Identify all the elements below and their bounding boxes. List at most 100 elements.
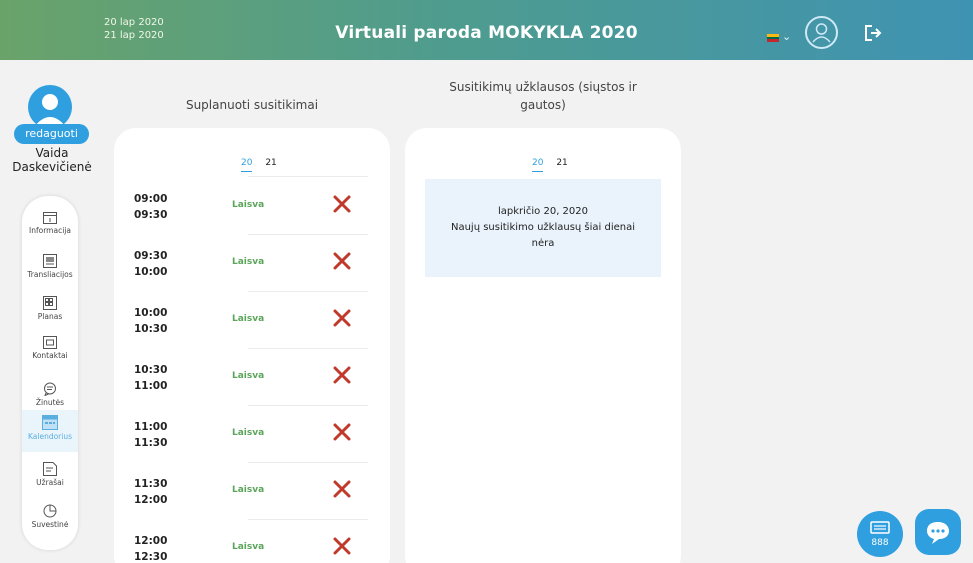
sidebar-nav: Informacija Transliacijos Planas Kontakt… [22, 196, 78, 550]
slot-end: 09:30 [134, 209, 168, 221]
slot-status: Laisva [232, 314, 265, 324]
time-slot: 11:00 11:30 Laisva [114, 406, 390, 463]
svg-text:888: 888 [871, 538, 888, 548]
time-slot: 11:30 12:00 Laisva [114, 463, 390, 520]
slot-end: 11:00 [134, 380, 168, 392]
sidebar-item-label: Kalendorius [27, 432, 72, 441]
time-slot: 09:30 10:00 Laisva [114, 235, 390, 292]
avatar [28, 85, 72, 129]
lithuania-flag-icon[interactable] [767, 34, 779, 42]
slot-time: 10:00 10:30 [134, 305, 167, 337]
logout-icon[interactable] [863, 24, 883, 42]
sidebar-item-uzrasai[interactable]: Užrašai [22, 462, 78, 502]
sidebar-item-label: Transliacijos [27, 270, 73, 279]
sidebar-item-label: Užrašai [36, 478, 64, 487]
slot-start: 10:00 [134, 307, 168, 319]
sidebar-item-label: Žinutės [35, 398, 65, 407]
sidebar-item-kalendorius[interactable]: Kalendorius [22, 410, 78, 452]
slot-status: Laisva [232, 200, 265, 210]
profile-name: Vaida Daskevičienė [0, 146, 104, 174]
tab-day-21[interactable]: 21 [265, 158, 276, 171]
scheduled-title: Suplanuoti susitikimai [185, 98, 319, 112]
user-icon [812, 23, 831, 43]
slot-status: Laisva [232, 485, 265, 495]
delete-icon[interactable] [332, 536, 352, 556]
messages-icon [44, 382, 56, 396]
time-slot: 09:00 09:30 Laisva [114, 178, 390, 235]
slot-start: 09:30 [134, 250, 168, 262]
slot-time: 10:30 11:00 [134, 362, 167, 394]
slot-time: 11:00 11:30 [134, 419, 167, 451]
user-profile-button[interactable] [805, 16, 838, 49]
slot-time: 09:30 10:00 [134, 248, 167, 280]
time-slot: 12:00 12:30 Laisva [114, 520, 390, 563]
sidebar-item-kontaktai[interactable]: Kontaktai [22, 336, 78, 376]
sidebar-item-transliacijos[interactable]: Transliacijos [22, 254, 78, 294]
sidebar-item-informacija[interactable]: Informacija [22, 212, 78, 252]
slot-start: 12:00 [134, 535, 168, 547]
requests-title-line1: Susitikimų užklausos (siųstos ir [449, 80, 637, 94]
contacts-cards-icon: 888 [870, 521, 890, 548]
summary-icon [43, 504, 57, 518]
time-slot: 10:00 10:30 Laisva [114, 292, 390, 349]
delete-icon[interactable] [332, 308, 352, 328]
info-icon [43, 212, 57, 224]
chevron-down-icon[interactable]: ⌄ [782, 30, 791, 43]
slot-status: Laisva [232, 371, 265, 381]
slot-end: 10:30 [134, 323, 168, 335]
slot-end: 10:00 [134, 266, 168, 278]
empty-text-line2: nėra [531, 238, 555, 249]
profile-last-name: Daskevičienė [12, 160, 92, 174]
delete-icon[interactable] [332, 251, 352, 271]
slot-status: Laisva [232, 542, 265, 552]
sidebar-item-label: Kontaktai [32, 351, 68, 360]
slot-status: Laisva [232, 428, 265, 438]
tab-day-20[interactable]: 20 [532, 158, 544, 172]
slot-end: 12:30 [134, 551, 168, 563]
delete-icon[interactable] [332, 194, 352, 214]
sidebar-item-suvestine[interactable]: Suvestinė [22, 504, 78, 544]
sidebar-item-label: Suvestinė [31, 520, 69, 529]
profile-first-name: Vaida [35, 146, 69, 160]
slot-start: 09:00 [134, 193, 168, 205]
slot-status: Laisva [232, 257, 265, 267]
top-bar: 20 lap 2020 21 lap 2020 Virtuali paroda … [0, 0, 973, 60]
slot-start: 11:00 [134, 421, 168, 433]
contacts-icon [43, 336, 57, 349]
empty-requests-message: lapkričio 20, 2020 Naujų susitikimo užkl… [425, 179, 661, 277]
calendar-icon [42, 415, 58, 430]
chat-bubble-icon [927, 522, 949, 544]
plan-icon [43, 296, 57, 310]
broadcast-icon [43, 254, 57, 268]
scheduled-panel: 20 21 09:00 09:30 Laisva 09:30 10:00 Laisv… [114, 128, 390, 563]
slot-end: 11:30 [134, 437, 168, 449]
requests-day-tabs: 20 21 [527, 158, 573, 172]
chat-button[interactable] [915, 509, 961, 555]
tab-day-20[interactable]: 20 [241, 158, 253, 172]
requests-title: Susitikimų užklausos (siųstos ir gautos) [405, 78, 681, 114]
sidebar-item-label: Planas [37, 312, 63, 321]
user-avatar-icon [34, 94, 66, 127]
delete-icon[interactable] [332, 365, 352, 385]
request-date: lapkričio 20, 2020 [497, 206, 589, 217]
slot-start: 10:30 [134, 364, 168, 376]
divider [248, 176, 368, 177]
requests-title-line2: gautos) [520, 98, 566, 112]
notes-icon [43, 462, 57, 476]
sidebar-item-planas[interactable]: Planas [22, 296, 78, 336]
slot-time: 09:00 09:30 [134, 191, 167, 223]
slot-time: 11:30 12:00 [134, 476, 167, 508]
delete-icon[interactable] [332, 422, 352, 442]
tab-day-21[interactable]: 21 [556, 158, 567, 171]
time-slot: 10:30 11:00 Laisva [114, 349, 390, 406]
slot-end: 12:00 [134, 494, 168, 506]
sidebar-item-label: Informacija [29, 226, 71, 235]
empty-text-line1: Naujų susitikimo užklausų šiai dienai [450, 222, 636, 233]
slot-time: 12:00 12:30 [134, 533, 167, 563]
slot-start: 11:30 [134, 478, 168, 490]
delete-icon[interactable] [332, 479, 352, 499]
contacts-cards-button[interactable]: 888 [857, 511, 903, 557]
scheduled-day-tabs: 20 21 [236, 158, 282, 172]
requests-panel: 20 21 lapkričio 20, 2020 Naujų susitikim… [405, 128, 681, 563]
edit-profile-button[interactable]: redaguoti [14, 124, 89, 144]
